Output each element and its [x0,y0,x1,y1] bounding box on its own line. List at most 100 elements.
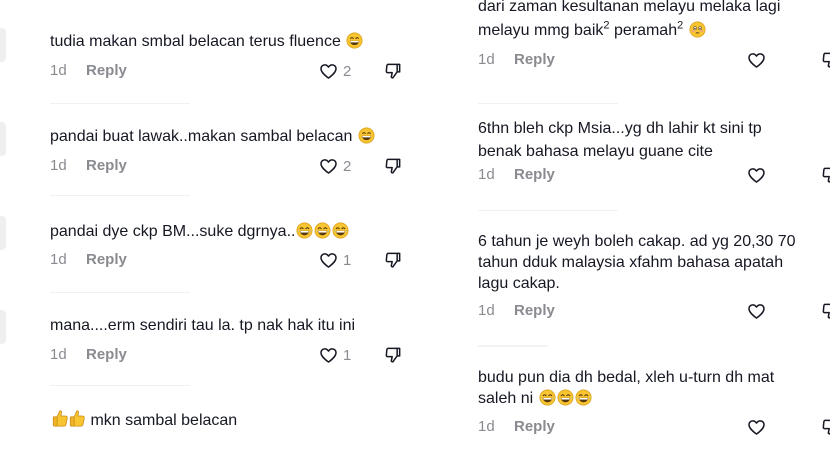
comment-text: dari zaman kesultanan melayu melaka lagi [478,0,781,15]
faded-separator [478,103,618,104]
like-button[interactable]: 1 [318,345,351,365]
heart-icon [318,345,339,365]
comment-time: 1d [478,302,495,319]
comment-text-line: melayu mmg baik2 peramah2 [478,19,706,42]
comment-time: 1d [478,418,495,435]
comment-text-wrap: pandai buat lawak..makan sambal belacan [50,125,375,148]
dislike-button[interactable] [383,250,403,274]
heart-icon [318,61,339,81]
comment-time: 1d [50,62,67,79]
like-button[interactable] [746,165,767,185]
reply-button[interactable]: Reply [514,166,555,183]
dislike-button[interactable] [383,345,403,369]
thumbs-down-icon [820,417,830,437]
reply-button[interactable]: Reply [86,157,127,174]
comment-text-line: tahun dduk malaysia xfahm bahasa apatah [478,251,783,274]
thumbs-down-icon [383,345,403,365]
comment-text-line: lagu cakap. [478,272,560,295]
laughing-face-emoji-icon [332,222,349,239]
like-button[interactable] [746,50,767,70]
like-button[interactable]: 2 [318,156,351,176]
thumbs-down-icon [383,61,403,81]
comment-text-wrap: tudia makan smbal belacan terus fluence [50,30,363,53]
thumbs-down-icon [820,50,830,70]
comment-text: budu pun dia dh bedal, xleh u-turn dh ma… [478,369,775,386]
avatar[interactable] [0,122,6,156]
reply-button[interactable]: Reply [514,302,555,319]
flushed-face-emoji-icon [689,21,706,38]
comment-meta: 1d Reply [478,418,830,438]
like-count: 1 [343,346,352,364]
comment-text: 6 tahun je weyh boleh cakap. ad yg 20,30… [478,233,796,250]
thumbs-up-emoji-icon [52,409,69,428]
comment-text-line: saleh ni [478,387,592,410]
dislike-button[interactable] [820,417,830,441]
dislike-button[interactable] [820,50,830,74]
comment-text-wrap: mkn sambal belacan [52,409,237,432]
reply-button[interactable]: Reply [86,346,127,363]
heart-icon [318,250,339,270]
comment-text: pandai dye ckp BM...suke dgrnya.. [50,223,296,240]
comment-text: pandai buat lawak..makan sambal belacan [50,128,353,145]
thumbs-down-icon [383,250,403,270]
heart-icon [746,417,767,437]
grinning-face-emoji-icon [346,32,363,49]
faded-separator [478,210,618,211]
comment-time: 1d [50,251,67,268]
comment-text: tahun dduk malaysia xfahm bahasa apatah [478,254,784,271]
dislike-button[interactable] [383,156,403,180]
thumbs-down-icon [383,156,403,176]
comment-text: lagu cakap. [478,275,560,292]
faded-separator [50,385,190,386]
avatar[interactable] [0,28,6,62]
heart-icon [318,156,339,176]
comment-text: tudia makan smbal belacan terus fluence [50,33,341,50]
comment-meta: 1d Reply [478,302,830,322]
like-count: 1 [343,251,352,269]
grinning-face-emoji-icon [358,127,375,144]
comment-meta: 1d Reply [478,51,830,71]
comment-text: melayu mmg baik [478,22,604,39]
column-divider [418,0,426,453]
comment-text: mana....erm sendiri tau la. tp nak hak i… [50,317,356,334]
reply-button[interactable]: Reply [514,51,555,68]
comment-text: mkn sambal belacan [90,412,238,429]
comment-text-line: dari zaman kesultanan melayu melaka lagi [478,0,780,18]
comment-meta: 1d Reply 1 [50,346,410,366]
comment-text-line: 6thn bleh ckp Msia...yg dh lahir kt sini… [478,117,762,140]
like-count: 2 [343,62,352,80]
comment-text-wrap: pandai dye ckp BM...suke dgrnya.. [50,220,349,243]
comment-meta: 1d Reply 2 [50,62,410,82]
comment-text: 6thn bleh ckp Msia...yg dh lahir kt sini… [478,120,762,137]
reply-button[interactable]: Reply [86,251,127,268]
like-button[interactable] [746,417,767,437]
reply-button[interactable]: Reply [86,62,127,79]
reply-button[interactable]: Reply [514,418,555,435]
thumbs-down-icon [820,301,830,321]
faded-separator [478,345,548,347]
comment-meta: 1d Reply [478,166,830,186]
thumbs-down-icon [820,165,830,185]
comment-time: 1d [478,51,495,68]
comment-meta: 1d Reply 1 [50,251,410,271]
comment-time: 1d [50,157,67,174]
like-button[interactable]: 1 [318,250,351,270]
dislike-button[interactable] [383,61,403,85]
comments-column-left: tudia makan smbal belacan terus fluence … [0,0,414,453]
dislike-button[interactable] [820,165,830,189]
comment-text: saleh ni [478,390,534,407]
avatar[interactable] [0,216,6,250]
superscript: 2 [677,19,684,32]
like-button[interactable]: 2 [318,61,351,81]
comment-time: 1d [50,346,67,363]
comment-text: benak bahasa melayu guane cite [478,143,713,160]
laughing-face-emoji-icon [314,222,331,239]
avatar[interactable] [0,310,6,344]
heart-icon [746,165,767,185]
comment-text-line: budu pun dia dh bedal, xleh u-turn dh ma… [478,366,774,389]
heart-icon [746,301,767,321]
comment-text-wrap: mana....erm sendiri tau la. tp nak hak i… [50,314,355,337]
dislike-button[interactable] [820,301,830,325]
comment-text-line: benak bahasa melayu guane cite [478,140,713,163]
like-button[interactable] [746,301,767,321]
